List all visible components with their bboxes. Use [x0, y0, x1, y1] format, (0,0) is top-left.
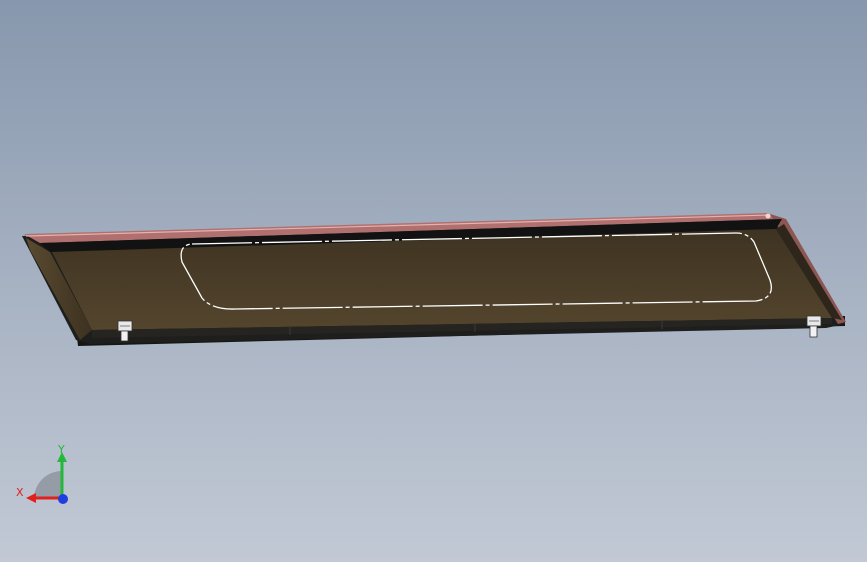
- coordinate-triad: Y X: [16, 443, 68, 504]
- triad-plane-shade: [34, 471, 62, 499]
- 3d-model-view[interactable]: [0, 0, 867, 562]
- z-axis-dot: [58, 494, 68, 504]
- graphics-viewport[interactable]: Y X: [0, 0, 867, 562]
- x-axis-label: X: [16, 486, 24, 499]
- corner-highlight: [765, 213, 771, 219]
- x-axis-arrow: [26, 493, 36, 503]
- y-axis-label: Y: [57, 443, 65, 456]
